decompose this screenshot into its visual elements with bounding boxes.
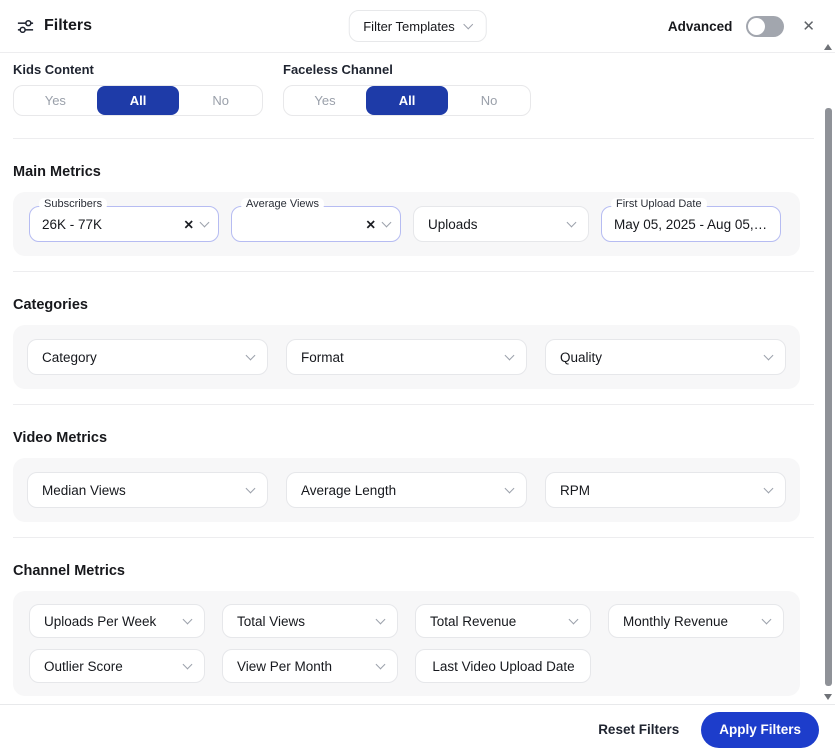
section-divider — [13, 138, 814, 139]
total-revenue-label: Total Revenue — [430, 614, 516, 629]
chevron-down-icon — [569, 614, 579, 624]
median-views-dropdown-label: Median Views — [42, 483, 126, 498]
advanced-label: Advanced — [668, 19, 733, 34]
subscribers-field-value: 26K - 77K — [42, 217, 180, 232]
first-upload-date-field[interactable]: First Upload Date May 05, 2025 - Aug 05,… — [601, 206, 781, 242]
kids-content-group: Kids Content Yes All No — [13, 62, 263, 116]
scroll-up-arrow-icon[interactable] — [824, 44, 832, 50]
category-dropdown[interactable]: Category — [27, 339, 268, 375]
section-divider — [13, 537, 814, 538]
filters-header: Filters Filter Templates Advanced ✕ — [0, 0, 835, 53]
chevron-down-icon — [246, 350, 256, 360]
chevron-down-icon — [246, 483, 256, 493]
uploads-per-week-dropdown[interactable]: Uploads Per Week — [29, 604, 205, 638]
first-upload-date-label: First Upload Date — [611, 198, 707, 210]
main-metrics-heading: Main Metrics — [13, 164, 800, 180]
faceless-channel-group: Faceless Channel Yes All No — [283, 62, 531, 116]
rpm-dropdown-label: RPM — [560, 483, 590, 498]
section-divider — [13, 404, 814, 405]
video-metrics-panel: Median Views Average Length RPM — [13, 458, 800, 522]
total-views-label: Total Views — [237, 614, 305, 629]
toggle-knob — [748, 18, 765, 35]
format-dropdown[interactable]: Format — [286, 339, 527, 375]
category-dropdown-label: Category — [42, 350, 97, 365]
faceless-channel-label: Faceless Channel — [283, 62, 531, 77]
main-metrics-panel: Subscribers 26K - 77K ✕ Average Views ✕ … — [13, 192, 800, 256]
chevron-down-icon — [762, 614, 772, 624]
format-dropdown-label: Format — [301, 350, 344, 365]
kids-content-option-all[interactable]: All — [97, 86, 180, 115]
categories-heading: Categories — [13, 297, 800, 313]
rpm-dropdown[interactable]: RPM — [545, 472, 786, 508]
section-divider — [13, 271, 814, 272]
outlier-score-label: Outlier Score — [44, 659, 123, 674]
chevron-down-icon — [376, 614, 386, 624]
faceless-channel-option-no[interactable]: No — [448, 86, 530, 115]
scroll-down-arrow-icon[interactable] — [824, 694, 832, 700]
quality-dropdown-label: Quality — [560, 350, 602, 365]
uploads-dropdown-label: Uploads — [428, 217, 478, 232]
average-length-dropdown[interactable]: Average Length — [286, 472, 527, 508]
monthly-revenue-label: Monthly Revenue — [623, 614, 728, 629]
median-views-dropdown[interactable]: Median Views — [27, 472, 268, 508]
vertical-scrollbar[interactable] — [822, 42, 835, 702]
clear-icon[interactable]: ✕ — [366, 217, 376, 232]
apply-filters-button[interactable]: Apply Filters — [701, 712, 819, 748]
kids-content-option-no[interactable]: No — [179, 86, 262, 115]
reset-filters-button[interactable]: Reset Filters — [598, 722, 679, 737]
view-per-month-dropdown[interactable]: View Per Month — [222, 649, 398, 683]
chevron-down-icon — [764, 350, 774, 360]
uploads-dropdown[interactable]: Uploads — [413, 206, 589, 242]
last-video-upload-date-label: Last Video Upload Date — [432, 659, 574, 674]
chevron-down-icon — [463, 19, 473, 29]
page-title: Filters — [44, 17, 92, 35]
clear-icon[interactable]: ✕ — [184, 217, 194, 232]
faceless-channel-segmented: Yes All No — [283, 85, 531, 116]
video-metrics-heading: Video Metrics — [13, 430, 800, 446]
faceless-channel-option-all[interactable]: All — [366, 86, 448, 115]
chevron-down-icon — [764, 483, 774, 493]
last-video-upload-date-button[interactable]: Last Video Upload Date — [415, 649, 591, 683]
total-views-dropdown[interactable]: Total Views — [222, 604, 398, 638]
total-revenue-dropdown[interactable]: Total Revenue — [415, 604, 591, 638]
sliders-icon — [16, 17, 35, 36]
channel-metrics-panel: Uploads Per Week Total Views Total Reven… — [13, 591, 800, 696]
subscribers-field[interactable]: Subscribers 26K - 77K ✕ — [29, 206, 219, 242]
outlier-score-dropdown[interactable]: Outlier Score — [29, 649, 205, 683]
chevron-down-icon[interactable] — [382, 217, 392, 227]
filters-body: Kids Content Yes All No Faceless Channel… — [0, 53, 835, 704]
filter-templates-label: Filter Templates — [363, 19, 455, 34]
categories-panel: Category Format Quality — [13, 325, 800, 389]
filters-footer: Reset Filters Apply Filters — [0, 704, 835, 754]
chevron-down-icon — [183, 659, 193, 669]
chevron-down-icon[interactable] — [200, 217, 210, 227]
chevron-down-icon — [376, 659, 386, 669]
kids-content-segmented: Yes All No — [13, 85, 263, 116]
monthly-revenue-dropdown[interactable]: Monthly Revenue — [608, 604, 784, 638]
faceless-channel-option-yes[interactable]: Yes — [284, 86, 366, 115]
first-upload-date-value: May 05, 2025 - Aug 05, 2... — [614, 217, 770, 232]
chevron-down-icon — [505, 350, 515, 360]
chevron-down-icon — [567, 217, 577, 227]
kids-content-option-yes[interactable]: Yes — [14, 86, 97, 115]
advanced-toggle[interactable] — [746, 16, 784, 37]
chevron-down-icon — [505, 483, 515, 493]
kids-content-label: Kids Content — [13, 62, 263, 77]
quality-dropdown[interactable]: Quality — [545, 339, 786, 375]
average-length-dropdown-label: Average Length — [301, 483, 396, 498]
scrollbar-thumb[interactable] — [825, 108, 832, 686]
channel-metrics-heading: Channel Metrics — [13, 563, 800, 579]
view-per-month-label: View Per Month — [237, 659, 332, 674]
close-icon[interactable]: ✕ — [798, 15, 819, 37]
average-views-field[interactable]: Average Views ✕ — [231, 206, 401, 242]
filter-templates-button[interactable]: Filter Templates — [348, 10, 487, 42]
subscribers-field-label: Subscribers — [39, 198, 107, 210]
chevron-down-icon — [183, 614, 193, 624]
average-views-field-label: Average Views — [241, 198, 324, 210]
uploads-per-week-label: Uploads Per Week — [44, 614, 156, 629]
